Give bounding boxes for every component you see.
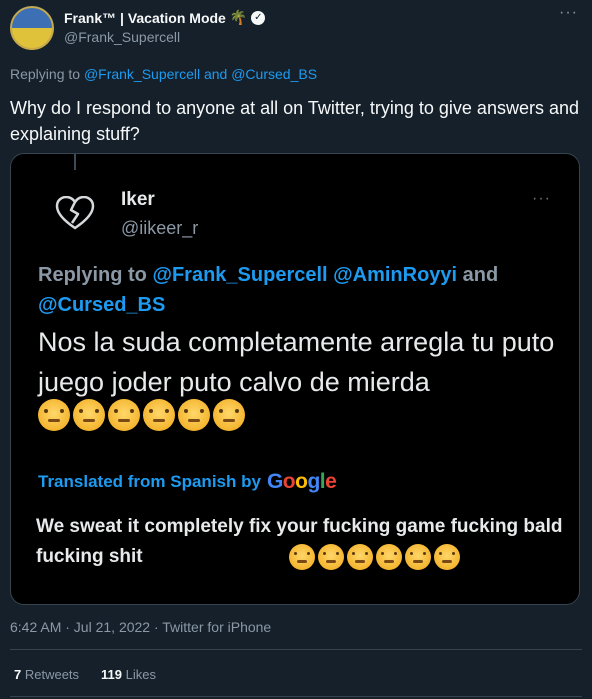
older-man-emoji [289,544,315,570]
more-options-icon[interactable]: ··· [559,4,578,22]
author-avatar[interactable] [10,6,54,50]
older-man-emoji [376,544,402,570]
divider [10,696,582,697]
translated-label: Translated from Spanish by [38,472,261,491]
embedded-author-name: Iker [121,189,155,210]
embedded-mentions-1: @Frank_Supercell @AminRoyyi [152,264,458,286]
thread-line [74,154,76,170]
reply-context: Replying to @Frank_Supercell and @Cursed… [10,66,317,82]
older-man-emoji [347,544,373,570]
likes-label: Likes [122,667,156,682]
retweets-stat[interactable]: 7 Retweets [14,667,79,682]
replying-prefix: Replying to [10,66,84,82]
embedded-replying-and: and [457,264,499,286]
older-man-emoji [143,399,175,431]
older-man-emoji [405,544,431,570]
author-display-name[interactable]: Frank™ | Vacation Mode [64,10,226,26]
tweet-body-text: Why do I respond to anyone at all on Twi… [10,98,579,144]
older-man-emoji [38,399,70,431]
older-man-emoji [213,399,245,431]
author-name-line[interactable]: Frank™ | Vacation Mode 🌴 ✓ [64,9,266,26]
emoji-row-translated [289,544,460,570]
embedded-replying-to: Replying to @Frank_Supercell @AminRoyyi … [38,260,558,320]
tweet-stats: 7 Retweets 119 Likes [14,667,156,682]
older-man-emoji [318,544,344,570]
likes-count: 119 [101,667,123,682]
older-man-emoji [73,399,105,431]
embedded-mentions-2: @Cursed_BS [38,294,166,316]
embedded-more-icon: ··· [532,190,551,207]
likes-stat[interactable]: 119 Likes [101,667,156,682]
retweets-label: Retweets [21,667,80,682]
older-man-emoji [108,399,140,431]
google-logo: Google [266,470,337,493]
embedded-replying-prefix: Replying to [38,264,153,286]
tweet-timestamp[interactable]: 6:42 AM · Jul 21, 2022 · Twitter for iPh… [10,619,271,635]
author-handle[interactable]: @Frank_Supercell [64,29,180,45]
reply-mentions-link[interactable]: @Frank_Supercell and @Cursed_BS [84,66,317,82]
broken-heart-icon [55,196,95,230]
translation-attribution: Translated from Spanish by Google [38,470,337,494]
older-man-emoji [434,544,460,570]
divider [10,649,582,650]
older-man-emoji [178,399,210,431]
embedded-author-handle: @iikeer_r [121,218,199,238]
emoji-row-original [38,399,245,431]
embedded-screenshot-card[interactable]: Iker @iikeer_r ··· Replying to @Frank_Su… [10,153,580,605]
embedded-original-text: Nos la suda completamente arregla tu put… [38,327,555,397]
tweet-header: Frank™ | Vacation Mode 🌴 ✓ @Frank_Superc… [0,0,592,56]
verified-badge-icon: ✓ [251,10,266,25]
palm-tree-emoji: 🌴 [229,9,248,25]
